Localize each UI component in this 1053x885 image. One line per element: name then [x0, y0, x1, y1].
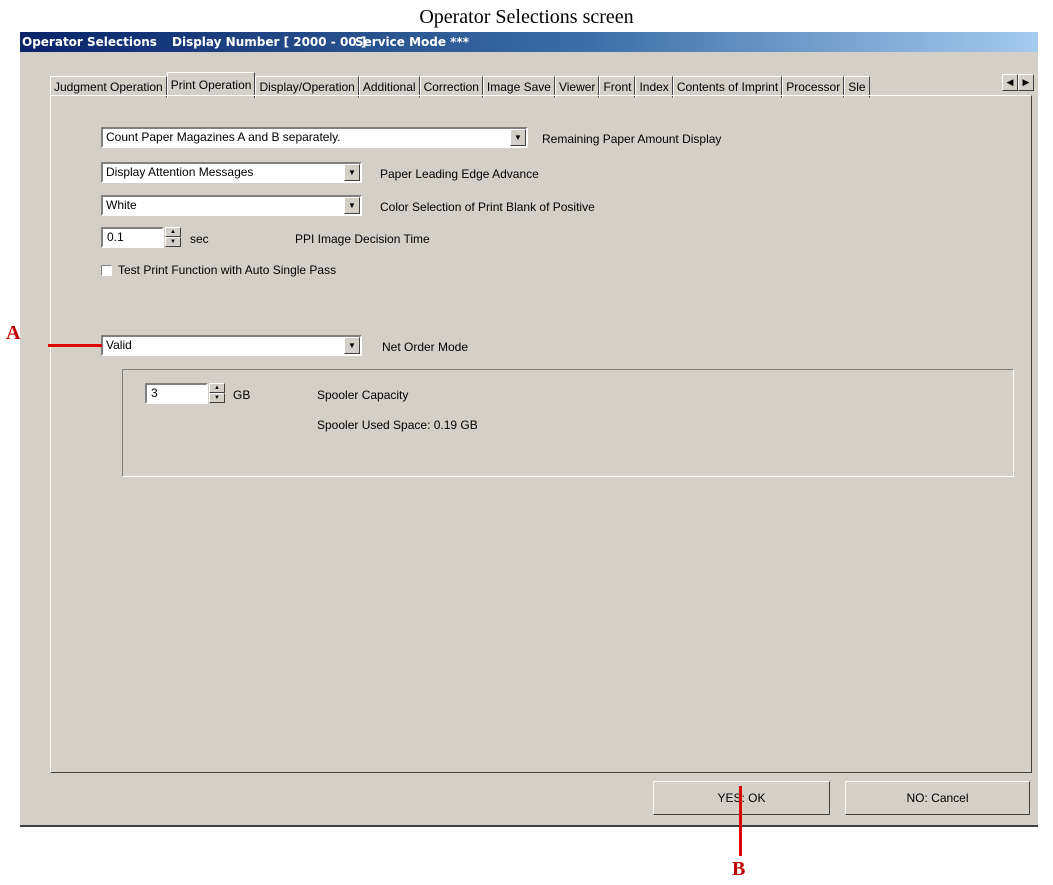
leading-edge-select[interactable]: Display Attention Messages ▼ [101, 162, 362, 183]
ppi-time-unit: sec [190, 232, 209, 246]
marker-b-line [739, 786, 742, 856]
print-blank-color-select[interactable]: White ▼ [101, 195, 362, 216]
remaining-paper-select[interactable]: Count Paper Magazines A and B separately… [101, 127, 528, 148]
spooler-capacity-input[interactable]: 3 [145, 383, 208, 404]
remaining-paper-label: Remaining Paper Amount Display [542, 132, 722, 146]
tab-scroll-left-icon[interactable]: ◀ [1002, 74, 1018, 91]
display-number: Display Number [ 2000 - 00 ] [172, 35, 367, 49]
title-bar: Operator Selections Display Number [ 200… [20, 32, 1038, 52]
window-title: Operator Selections [22, 35, 157, 49]
print-blank-color-label: Color Selection of Print Blank of Positi… [380, 200, 595, 214]
remaining-paper-value: Count Paper Magazines A and B separately… [106, 130, 341, 144]
spooler-used-space: Spooler Used Space: 0.19 GB [317, 418, 478, 432]
spin-down-icon[interactable]: ▼ [209, 393, 225, 403]
chevron-down-icon[interactable]: ▼ [344, 197, 360, 214]
spin-up-icon[interactable]: ▲ [165, 227, 181, 237]
ppi-time-label: PPI Image Decision Time [295, 232, 430, 246]
ppi-time-input[interactable]: 0.1 [101, 227, 164, 248]
marker-b: B [732, 858, 746, 880]
chevron-down-icon[interactable]: ▼ [344, 164, 360, 181]
spooler-capacity-stepper[interactable]: ▲ ▼ [209, 383, 225, 404]
cancel-button[interactable]: NO: Cancel [845, 781, 1030, 815]
spin-down-icon[interactable]: ▼ [165, 237, 181, 247]
marker-a: A [6, 322, 21, 344]
window-bottom-edge [20, 825, 1038, 827]
net-order-mode-label: Net Order Mode [382, 340, 469, 354]
leading-edge-value: Display Attention Messages [106, 165, 254, 179]
leading-edge-label: Paper Leading Edge Advance [380, 167, 539, 181]
marker-a-line [48, 344, 102, 347]
service-mode: Service Mode *** [355, 35, 469, 49]
test-print-label: Test Print Function with Auto Single Pas… [118, 263, 337, 277]
spooler-group [122, 369, 1014, 477]
net-order-mode-select[interactable]: Valid ▼ [101, 335, 362, 356]
chevron-down-icon[interactable]: ▼ [510, 129, 526, 146]
net-order-mode-value: Valid [106, 338, 132, 352]
ppi-time-stepper[interactable]: ▲ ▼ [165, 227, 181, 248]
spooler-capacity-value: 3 [151, 386, 158, 400]
tab-scroll-right-icon[interactable]: ▶ [1018, 74, 1034, 91]
ppi-time-value: 0.1 [107, 230, 124, 244]
spooler-capacity-unit: GB [233, 388, 251, 402]
chevron-down-icon[interactable]: ▼ [344, 337, 360, 354]
spin-up-icon[interactable]: ▲ [209, 383, 225, 393]
print-blank-color-value: White [106, 198, 137, 212]
spooler-capacity-label: Spooler Capacity [317, 388, 409, 402]
test-print-checkbox[interactable] [101, 265, 112, 276]
figure-caption: Operator Selections screen [419, 6, 634, 28]
